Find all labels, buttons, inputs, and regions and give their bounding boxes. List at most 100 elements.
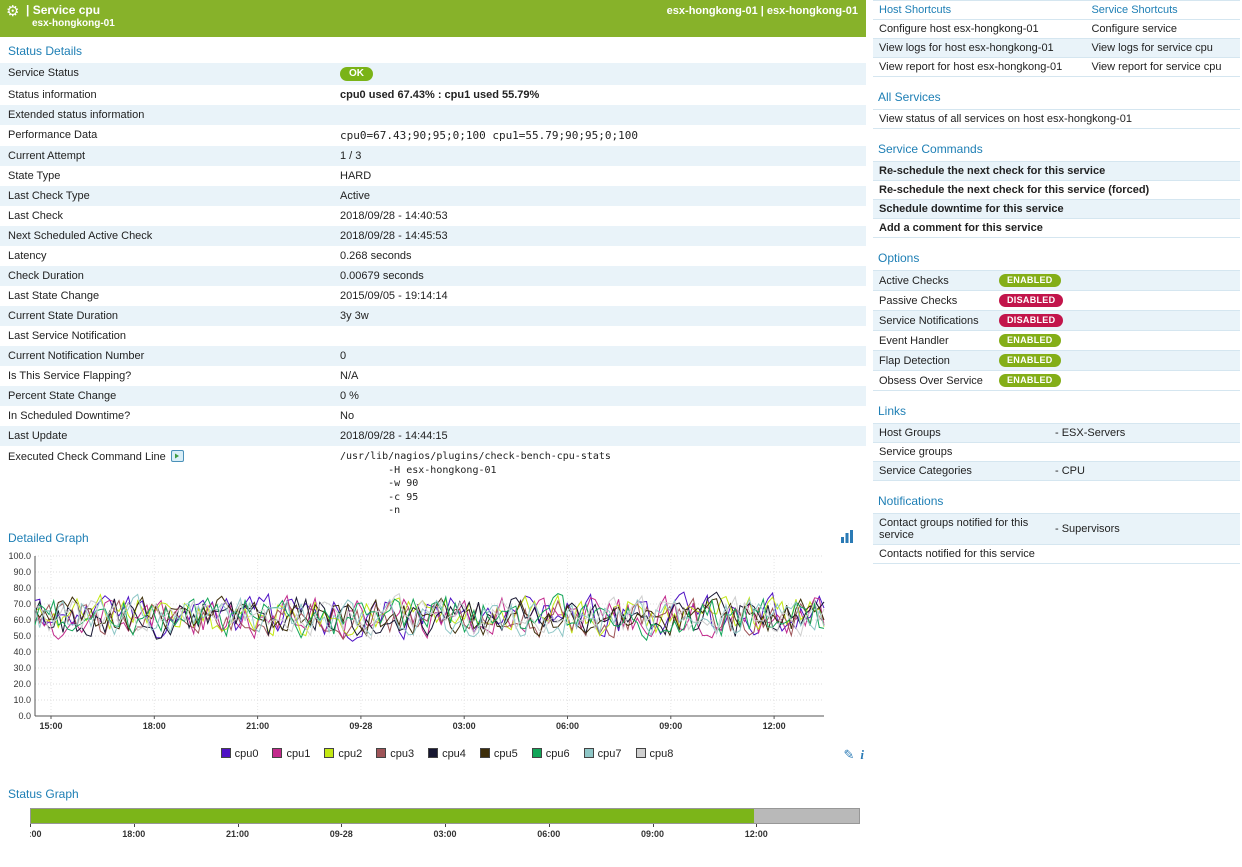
status-row: Current Attempt1 / 3 [0,146,866,166]
legend-swatch [428,748,438,758]
status-row-value: Active [332,186,866,206]
page: ⚙ | Service cpu esx-hongkong-01 esx-hong… [0,0,1242,867]
status-row-label: Last Check Type [0,186,332,206]
status-row-label: Performance Data [0,125,332,146]
option-label: Obsess Over Service [873,371,993,391]
status-row: Last State Change2015/09/05 - 19:14:14 [0,286,866,306]
status-row: Next Scheduled Active Check2018/09/28 - … [0,226,866,246]
status-segment-nodata [754,809,859,823]
status-row: Current Notification Number0 [0,346,866,366]
host-shortcut-item[interactable]: View report for host esx-hongkong-01 [873,58,1085,77]
option-value-cell: DISABLED [993,311,1240,331]
service-command-item[interactable]: Re-schedule the next check for this serv… [873,162,1240,181]
detailed-graph-heading: Detailed Graph [0,531,89,545]
info-icon[interactable]: i [860,747,864,762]
shortcuts-header-row: Host Shortcuts Service Shortcuts [873,1,1240,20]
service-command-item[interactable]: Add a comment for this service [873,219,1240,238]
status-timeline [30,808,860,824]
svg-text:10.0: 10.0 [13,695,31,705]
legend-label: cpu6 [546,748,570,760]
status-row-value: 0.00679 seconds [332,266,866,286]
svg-text:18:00: 18:00 [143,721,166,731]
edit-graph-icon[interactable]: ✎ [843,747,854,762]
host-shortcut-item[interactable]: View logs for host esx-hongkong-01 [873,39,1085,58]
status-row: Service StatusOK [0,63,866,85]
status-row-value: HARD [332,166,866,186]
option-state-badge[interactable]: DISABLED [999,314,1063,327]
status-axis-label: 06:00 [537,829,560,839]
legend-label: cpu4 [442,748,466,760]
status-row-value: 0 [332,346,866,366]
service-command-item[interactable]: Schedule downtime for this service [873,200,1240,219]
all-services-item[interactable]: View status of all services on host esx-… [873,110,1240,129]
option-state-badge[interactable]: ENABLED [999,354,1061,367]
status-row: State TypeHARD [0,166,866,186]
shortcut-row: View report for host esx-hongkong-01View… [873,58,1240,77]
command-icon[interactable] [171,450,184,465]
status-row-value: N/A [332,366,866,386]
status-row-label: In Scheduled Downtime? [0,406,332,426]
status-row-label: Next Scheduled Active Check [0,226,332,246]
shortcuts-table: Host Shortcuts Service Shortcuts Configure… [873,0,1240,77]
status-axis-tick [549,824,550,827]
notification-row: Contacts notified for this service [873,545,1240,564]
status-row-label: Last Update [0,426,332,446]
link-value[interactable]: - CPU [1049,462,1240,481]
legend-item: cpu7 [584,748,622,760]
option-state-badge[interactable]: ENABLED [999,334,1061,347]
host-service-breadcrumb[interactable]: esx-hongkong-01 | esx-hongkong-01 [667,5,858,17]
svg-text:03:00: 03:00 [453,721,476,731]
service-command-row: Re-schedule the next check for this serv… [873,181,1240,200]
all-services-row: View status of all services on host esx-… [873,110,1240,129]
host-shortcut-item[interactable]: Configure host esx-hongkong-01 [873,20,1085,39]
svg-text:20.0: 20.0 [13,679,31,689]
status-row-value: /usr/lib/nagios/plugins/check-bench-cpu-… [332,446,866,522]
bar-chart-icon[interactable] [840,530,854,546]
service-command-row: Schedule downtime for this service [873,200,1240,219]
legend-swatch [636,748,646,758]
option-state-badge[interactable]: ENABLED [999,274,1061,287]
status-axis-label: 18:00 [122,829,145,839]
link-value[interactable]: - ESX-Servers [1049,424,1240,443]
legend-swatch [221,748,231,758]
gear-icon[interactable]: ⚙ [6,2,19,20]
svg-text:06:00: 06:00 [556,721,579,731]
status-row-label: Last State Change [0,286,332,306]
legend-swatch [376,748,386,758]
notification-value[interactable]: - Supervisors [1049,514,1240,545]
legend-item: cpu4 [428,748,466,760]
legend-swatch [584,748,594,758]
service-shortcuts-heading[interactable]: Service Shortcuts [1091,4,1177,16]
status-axis-tick [756,824,757,827]
status-row: Percent State Change0 % [0,386,866,406]
svg-text:40.0: 40.0 [13,647,31,657]
svg-text:70.0: 70.0 [13,599,31,609]
option-state-badge[interactable]: ENABLED [999,374,1061,387]
option-state-badge[interactable]: DISABLED [999,294,1063,307]
shortcut-row: View logs for host esx-hongkong-01View l… [873,39,1240,58]
links-heading: Links [873,391,1240,423]
notification-value [1049,545,1240,564]
service-shortcut-item[interactable]: View report for service cpu [1085,58,1240,77]
status-row-value: cpu0 used 67.43% : cpu1 used 55.79% [332,85,866,105]
legend-swatch [272,748,282,758]
status-axis-tick [30,824,31,827]
legend-item: cpu0 [221,748,259,760]
status-row: Last Check TypeActive [0,186,866,206]
status-graph-section: Status Graph 15:0018:0021:0009-2803:0006… [0,780,866,842]
sidebar: Host Shortcuts Service Shortcuts Configure… [866,0,1242,867]
cpu-usage-chart: 100.090.080.070.060.050.040.030.020.010.… [0,550,832,738]
service-shortcut-item[interactable]: Configure service [1085,20,1240,39]
service-commands-table: Re-schedule the next check for this serv… [873,161,1240,238]
service-command-item[interactable]: Re-schedule the next check for this serv… [873,181,1240,200]
link-label: Service groups [873,443,1049,462]
status-row: In Scheduled Downtime?No [0,406,866,426]
service-shortcut-item[interactable]: View logs for service cpu [1085,39,1240,58]
option-row: Active ChecksENABLED [873,271,1240,291]
host-shortcuts-heading[interactable]: Host Shortcuts [879,4,951,16]
host-subtitle-link[interactable]: esx-hongkong-01 [32,18,858,29]
status-timeline-axis: 15:0018:0021:0009-2803:0006:0009:0012:00 [30,824,860,842]
status-row: Executed Check Command Line/usr/lib/nagi… [0,446,866,522]
status-row: Last Update2018/09/28 - 14:44:15 [0,426,866,446]
options-table: Active ChecksENABLEDPassive ChecksDISABL… [873,270,1240,391]
